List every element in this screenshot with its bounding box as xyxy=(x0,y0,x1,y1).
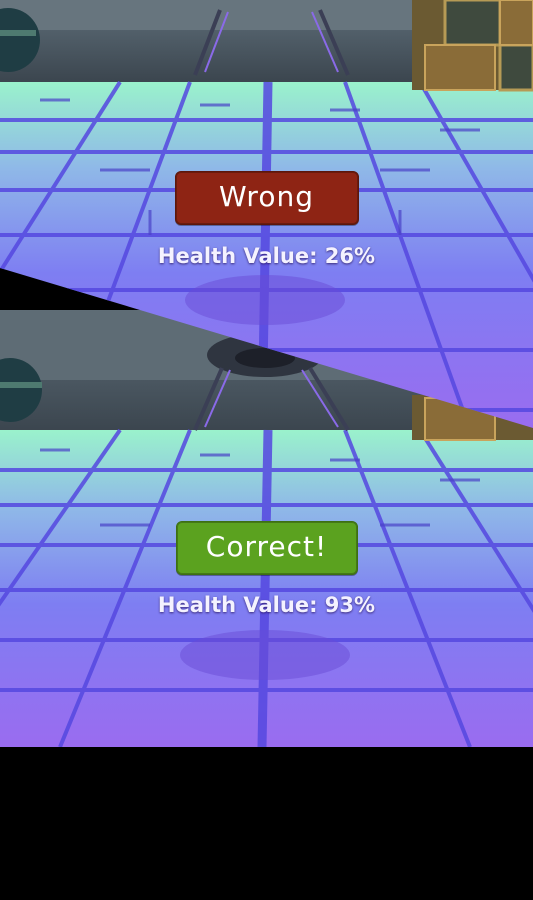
empty-black-area xyxy=(0,747,533,900)
health-value-text: Health Value: 26% xyxy=(157,244,376,268)
result-badge-wrong: Wrong xyxy=(174,171,359,225)
health-value-text: Health Value: 93% xyxy=(157,593,376,617)
crate-icon xyxy=(412,0,533,92)
result-badge-correct: Correct! xyxy=(175,521,358,575)
